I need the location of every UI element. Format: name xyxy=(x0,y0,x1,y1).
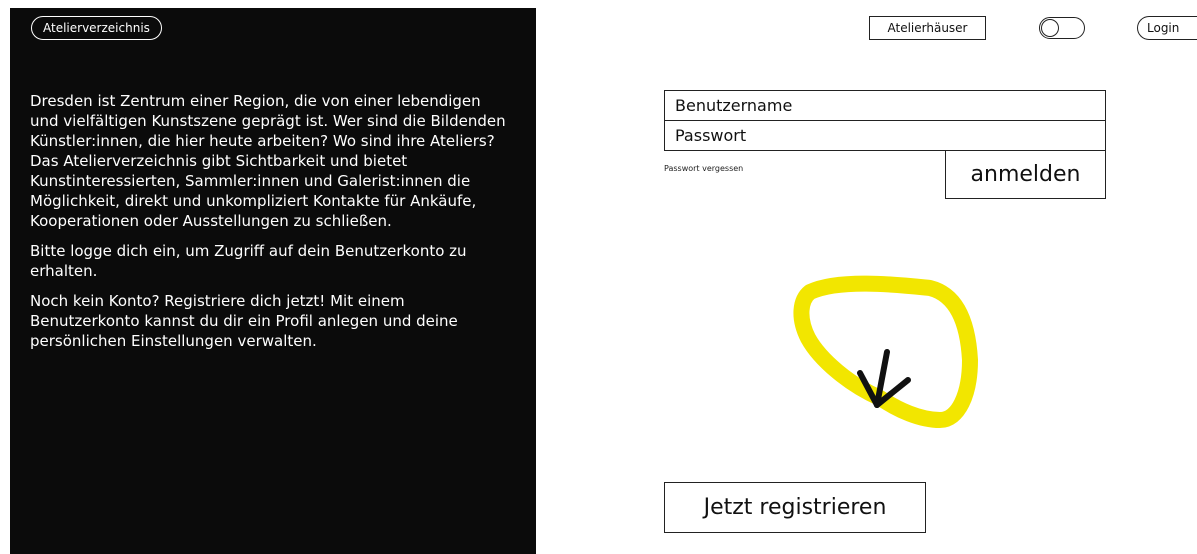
toggle-knob xyxy=(1041,19,1059,37)
intro-paragraph-login-hint: Bitte logge dich ein, um Zugriff auf dei… xyxy=(30,242,467,280)
username-input[interactable] xyxy=(664,90,1106,121)
nav-atelierhaeuser-button[interactable]: Atelierhäuser xyxy=(869,16,986,40)
theme-toggle[interactable] xyxy=(1039,17,1085,39)
intro-text: Dresden ist Zentrum einer Region, die vo… xyxy=(30,91,512,361)
highlight-annotation xyxy=(793,275,978,428)
intro-paragraph-register-hint: Noch kein Konto? Registriere dich jetzt!… xyxy=(30,292,458,350)
nav-login-button[interactable]: Login xyxy=(1137,16,1197,40)
intro-panel: Atelierverzeichnis Dresden ist Zentrum e… xyxy=(10,8,536,554)
forgot-password-link[interactable]: Passwort vergessen xyxy=(664,164,743,173)
login-submit-button[interactable]: anmelden xyxy=(945,150,1106,199)
password-input[interactable] xyxy=(664,120,1106,151)
register-button[interactable]: Jetzt registrieren xyxy=(664,482,926,533)
site-title-button[interactable]: Atelierverzeichnis xyxy=(31,16,162,40)
intro-paragraph-about: Dresden ist Zentrum einer Region, die vo… xyxy=(30,92,506,230)
